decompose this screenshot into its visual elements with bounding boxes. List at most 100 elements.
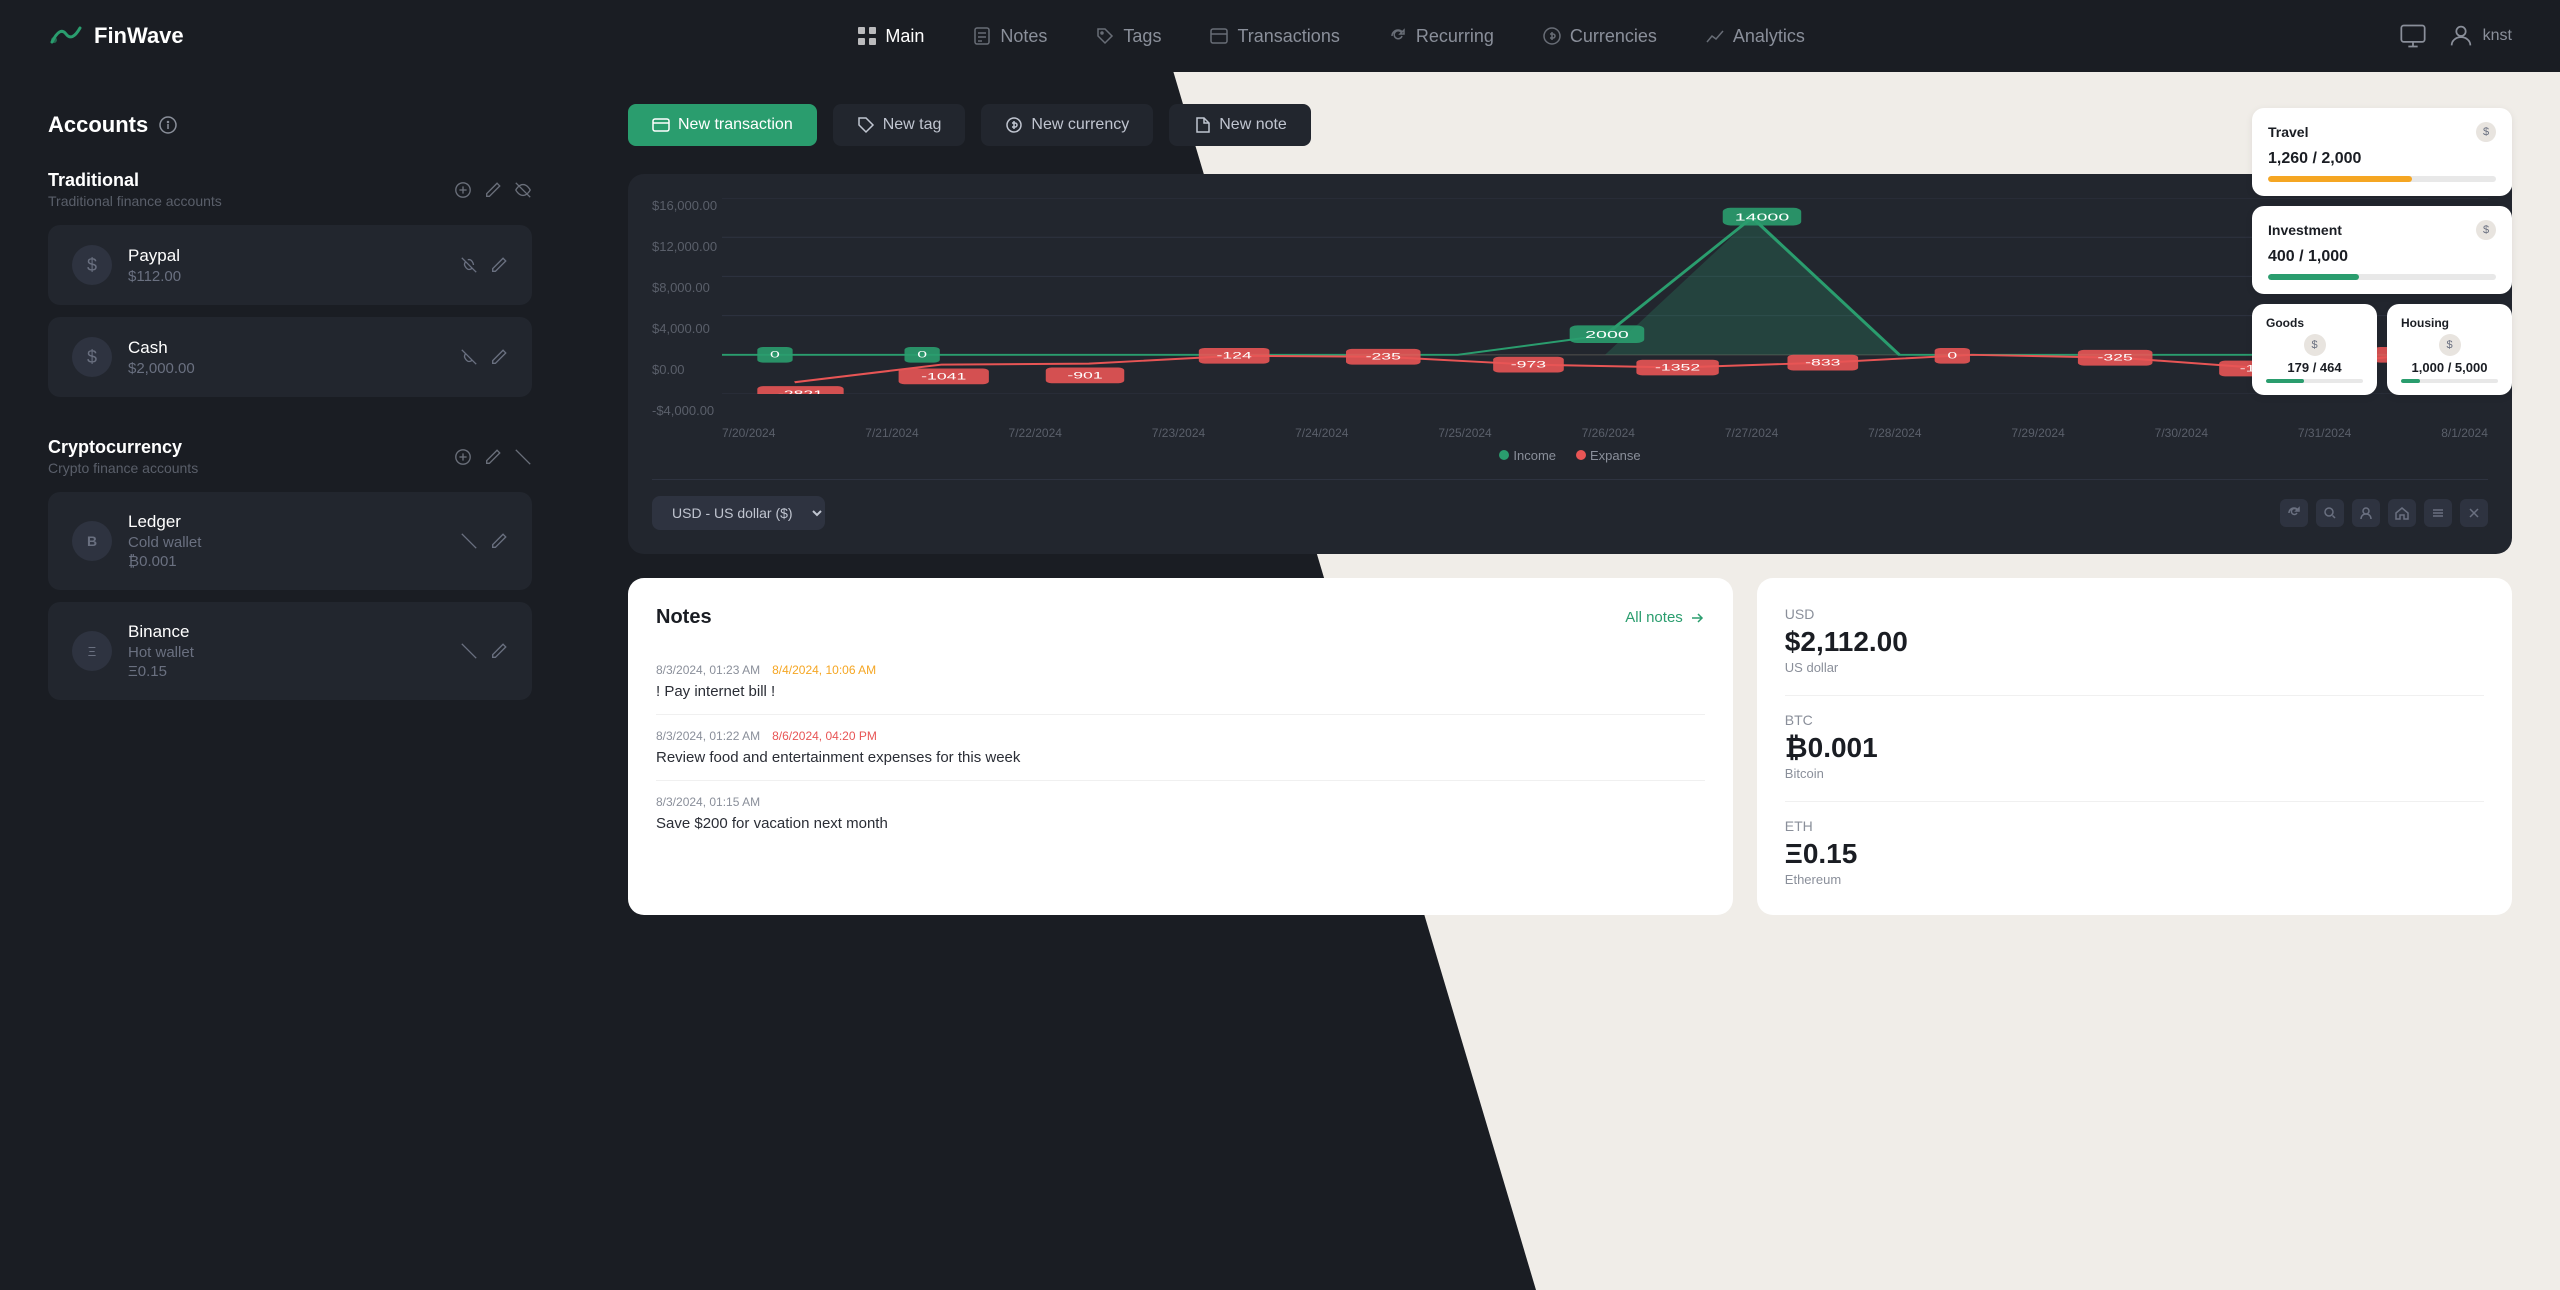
note-meta-2: 8/3/2024, 01:22 AM 8/6/2024, 04:20 PM	[656, 729, 1705, 743]
edit-group-traditional-icon[interactable]	[484, 181, 502, 199]
account-group-subtitle-crypto: Crypto finance accounts	[48, 460, 198, 476]
note-meta-1: 8/3/2024, 01:23 AM 8/4/2024, 10:06 AM	[656, 663, 1705, 677]
budget-label-goods: Goods	[2266, 316, 2363, 330]
paypal-info: Paypal $112.00	[128, 246, 444, 285]
budget-label-travel: Travel	[2268, 124, 2308, 140]
budget-card-travel[interactable]: Travel $ 1,260 / 2,000	[2252, 108, 2512, 196]
new-note-button[interactable]: New note	[1169, 104, 1311, 146]
paypal-hide-icon[interactable]	[460, 256, 478, 274]
svg-text:-901: -901	[1067, 370, 1103, 380]
budget-currency-icon-travel: $	[2476, 122, 2496, 142]
account-card-binance[interactable]: Ξ Binance Hot wallet Ξ0.15	[48, 602, 532, 700]
account-group-title-crypto: Cryptocurrency	[48, 437, 198, 458]
hide-group-traditional-icon[interactable]	[514, 181, 532, 199]
note-item-1[interactable]: 8/3/2024, 01:23 AM 8/4/2024, 10:06 AM ! …	[656, 649, 1705, 715]
cash-hide-icon[interactable]	[460, 348, 478, 366]
nav-item-notes[interactable]: Notes	[948, 18, 1071, 55]
binance-hide-icon[interactable]	[460, 642, 478, 660]
svg-text:0: 0	[770, 350, 780, 360]
nav-item-analytics[interactable]: Analytics	[1681, 18, 1829, 55]
nav-item-main[interactable]: Main	[833, 18, 948, 55]
account-group-crypto: Cryptocurrency Crypto finance accounts B…	[48, 437, 532, 700]
chart-user-icon[interactable]	[2352, 499, 2380, 527]
sidebar-title: Accounts	[48, 112, 148, 138]
chart-close-icon[interactable]	[2460, 499, 2488, 527]
budget-card-investment[interactable]: Investment $ 400 / 1,000	[2252, 206, 2512, 294]
nav-item-tags[interactable]: Tags	[1071, 18, 1185, 55]
svg-text:-1352: -1352	[1655, 362, 1700, 372]
budget-card-goods[interactable]: Goods $ 179 / 464	[2252, 304, 2377, 395]
cash-edit-icon[interactable]	[490, 348, 508, 366]
chart-x-labels: 7/20/2024 7/21/2024 7/22/2024 7/23/2024 …	[652, 426, 2488, 440]
new-tag-button[interactable]: New tag	[833, 104, 966, 146]
chart-refresh-icon[interactable]	[2280, 499, 2308, 527]
chart-menu-icon[interactable]	[2424, 499, 2452, 527]
add-account-traditional-icon[interactable]	[454, 181, 472, 199]
account-group-header-traditional: Traditional Traditional finance accounts	[48, 170, 532, 209]
hide-group-crypto-icon[interactable]	[514, 448, 532, 466]
budget-values-travel: 1,260 / 2,000	[2268, 150, 2496, 168]
budget-card-housing[interactable]: Housing $ 1,000 / 5,000	[2387, 304, 2512, 395]
nav-item-currencies[interactable]: Currencies	[1518, 18, 1681, 55]
sidebar-header: Accounts	[48, 112, 532, 138]
svg-text:0: 0	[917, 350, 927, 360]
cash-balance: $2,000.00	[128, 360, 444, 377]
note-item-3[interactable]: 8/3/2024, 01:15 AM Save $200 for vacatio…	[656, 781, 1705, 846]
account-card-ledger[interactable]: B Ledger Cold wallet ₿0.001	[48, 492, 532, 590]
chart-search-icon[interactable]	[2316, 499, 2344, 527]
binance-name: Binance	[128, 622, 444, 642]
account-card-cash[interactable]: $ Cash $2,000.00	[48, 317, 532, 397]
housing-currency-icon: $	[2439, 334, 2461, 356]
binance-edit-icon[interactable]	[490, 642, 508, 660]
ledger-hide-icon[interactable]	[460, 532, 478, 550]
paypal-balance: $112.00	[128, 268, 444, 285]
budget-label-investment: Investment	[2268, 222, 2342, 238]
budget-icon-row-goods: $	[2266, 334, 2363, 356]
svg-text:-973: -973	[1511, 359, 1547, 369]
logo[interactable]: FinWave	[48, 18, 184, 54]
nav-label-notes: Notes	[1000, 26, 1047, 47]
account-group-title-traditional: Traditional	[48, 170, 222, 191]
chart-area: $16,000.00 $12,000.00 $8,000.00 $4,000.0…	[652, 198, 2488, 418]
note-meta-3: 8/3/2024, 01:15 AM	[656, 795, 1705, 809]
budget-bar-fill-goods	[2266, 379, 2304, 383]
monitor-icon[interactable]	[2399, 22, 2427, 50]
edit-group-crypto-icon[interactable]	[484, 448, 502, 466]
chart-home-icon[interactable]	[2388, 499, 2416, 527]
svg-text:14000: 14000	[1735, 212, 1790, 223]
nav-label-transactions: Transactions	[1237, 26, 1339, 47]
paypal-name: Paypal	[128, 246, 444, 266]
currency-eth-amount: Ξ0.15	[1785, 838, 2484, 870]
account-card-paypal[interactable]: $ Paypal $112.00	[48, 225, 532, 305]
svg-text:0: 0	[1947, 351, 1957, 361]
svg-text:-235: -235	[1366, 351, 1402, 361]
add-account-crypto-icon[interactable]	[454, 448, 472, 466]
cash-actions	[460, 348, 508, 366]
ledger-edit-icon[interactable]	[490, 532, 508, 550]
note-date-3: 8/3/2024, 01:15 AM	[656, 795, 760, 809]
budget-panel: Travel $ 1,260 / 2,000 Investment $ 400 …	[2252, 108, 2512, 395]
nav-item-recurring[interactable]: Recurring	[1364, 18, 1518, 55]
svg-text:2000: 2000	[1585, 330, 1629, 341]
svg-text:-325: -325	[2098, 352, 2134, 362]
currency-usd-amount: $2,112.00	[1785, 626, 2484, 658]
info-icon[interactable]	[158, 115, 178, 135]
new-currency-button[interactable]: New currency	[981, 104, 1153, 146]
nav-links: Main Notes Tags Transactions Recurring C…	[264, 18, 2399, 55]
binance-icon: Ξ	[72, 631, 112, 671]
paypal-edit-icon[interactable]	[490, 256, 508, 274]
username: knst	[2483, 27, 2512, 45]
ledger-info: Ledger Cold wallet ₿0.001	[128, 512, 444, 570]
all-notes-link[interactable]: All notes	[1625, 609, 1705, 626]
user-badge[interactable]: knst	[2447, 22, 2512, 50]
svg-text:-2821: -2821	[778, 389, 823, 394]
main-layout: Accounts Traditional Traditional finance…	[0, 72, 2560, 1290]
currency-btc-name: Bitcoin	[1785, 766, 2484, 781]
nav-label-currencies: Currencies	[1570, 26, 1657, 47]
bottom-row: Notes All notes 8/3/2024, 01:23 AM 8/4/2…	[628, 578, 2512, 915]
account-group-header-crypto: Cryptocurrency Crypto finance accounts	[48, 437, 532, 476]
chart-currency-select[interactable]: USD - US dollar ($)	[652, 496, 825, 530]
nav-item-transactions[interactable]: Transactions	[1185, 18, 1363, 55]
note-item-2[interactable]: 8/3/2024, 01:22 AM 8/6/2024, 04:20 PM Re…	[656, 715, 1705, 781]
new-transaction-button[interactable]: New transaction	[628, 104, 817, 146]
